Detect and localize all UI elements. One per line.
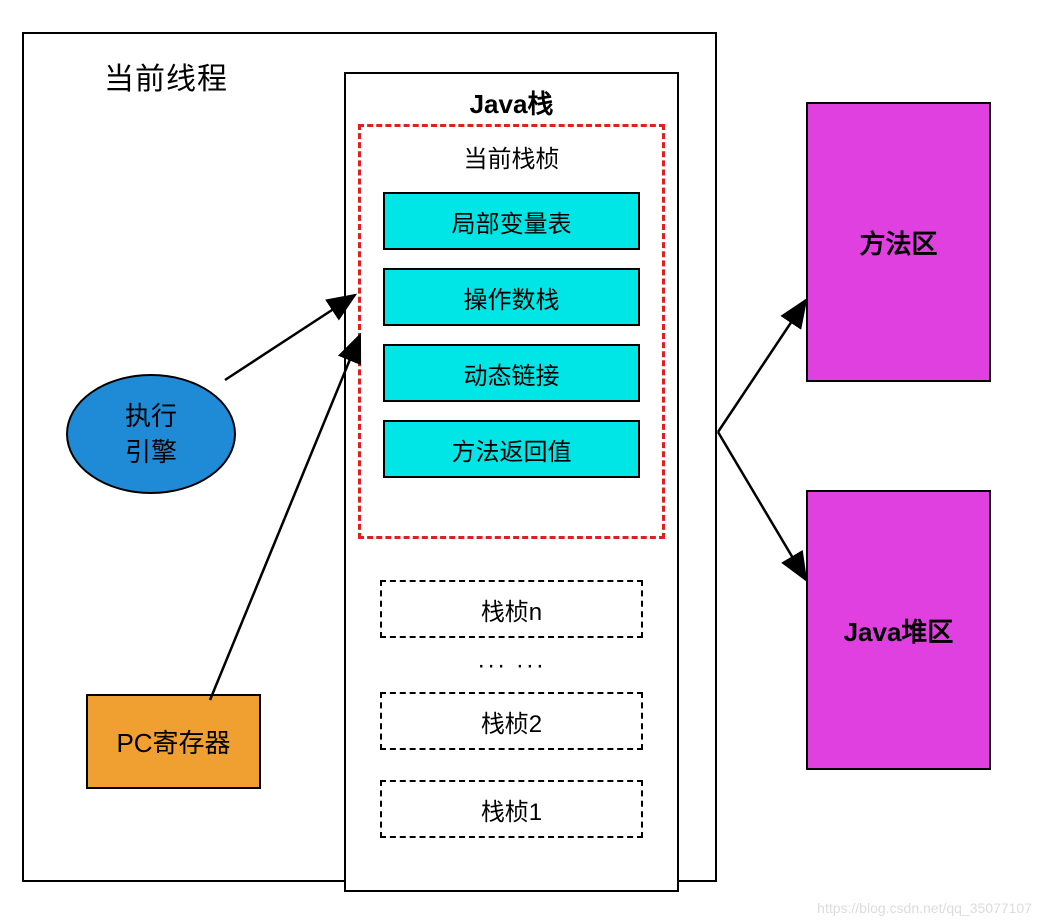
current-thread-title: 当前线程 bbox=[104, 54, 228, 98]
return-value-label: 方法返回值 bbox=[452, 432, 572, 467]
stack-frame-2: 栈桢2 bbox=[380, 692, 643, 750]
stack-frame-n: 栈桢n bbox=[380, 580, 643, 638]
heap-area-label: Java堆区 bbox=[844, 612, 954, 649]
stack-frame-dots: ··· ··· bbox=[346, 652, 677, 680]
heap-area-box: Java堆区 bbox=[806, 490, 991, 770]
pc-register-box: PC寄存器 bbox=[86, 694, 261, 789]
dynamic-link-label: 动态链接 bbox=[464, 356, 560, 391]
stack-frame-1-label: 栈桢1 bbox=[481, 792, 542, 827]
stack-frame-1: 栈桢1 bbox=[380, 780, 643, 838]
stack-frame-n-label: 栈桢n bbox=[481, 592, 542, 627]
local-variables-box: 局部变量表 bbox=[383, 192, 640, 250]
execution-engine-ellipse: 执行 引擎 bbox=[66, 374, 236, 494]
arrow-stack-to-heap bbox=[718, 432, 806, 580]
watermark-text: https://blog.csdn.net/qq_35077107 bbox=[817, 900, 1032, 916]
arrow-stack-to-method-area bbox=[718, 300, 806, 432]
diagram-canvas: 当前线程 执行 引擎 PC寄存器 Java栈 当前栈桢 局部变量表 操作数栈 动… bbox=[0, 0, 1038, 920]
current-thread-box: 当前线程 执行 引擎 PC寄存器 Java栈 当前栈桢 局部变量表 操作数栈 动… bbox=[22, 32, 717, 882]
java-stack-title: Java栈 bbox=[346, 84, 677, 121]
return-value-box: 方法返回值 bbox=[383, 420, 640, 478]
java-stack-box: Java栈 当前栈桢 局部变量表 操作数栈 动态链接 方法返回值 栈桢 bbox=[344, 72, 679, 892]
current-frame-title: 当前栈桢 bbox=[361, 139, 662, 174]
current-stack-frame: 当前栈桢 局部变量表 操作数栈 动态链接 方法返回值 bbox=[358, 124, 665, 539]
pc-register-label: PC寄存器 bbox=[116, 723, 230, 760]
dynamic-link-box: 动态链接 bbox=[383, 344, 640, 402]
local-variables-label: 局部变量表 bbox=[452, 204, 572, 239]
operand-stack-label: 操作数栈 bbox=[464, 280, 560, 315]
operand-stack-box: 操作数栈 bbox=[383, 268, 640, 326]
execution-engine-label: 执行 引擎 bbox=[125, 398, 177, 471]
method-area-box: 方法区 bbox=[806, 102, 991, 382]
method-area-label: 方法区 bbox=[859, 224, 937, 261]
stack-frame-2-label: 栈桢2 bbox=[481, 704, 542, 739]
